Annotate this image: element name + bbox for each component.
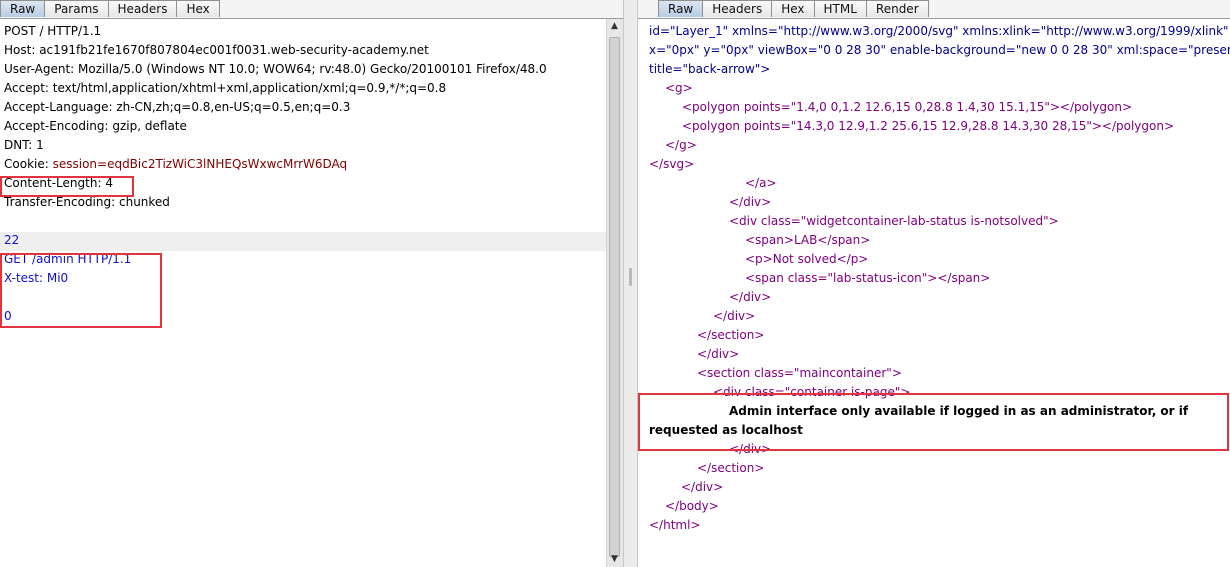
scroll-down-icon[interactable]: ▼ — [607, 552, 622, 567]
header-dnt: DNT: 1 — [4, 138, 44, 152]
response-viewer[interactable]: id="Layer_1" xmlns="http://www.w3.org/20… — [638, 19, 1230, 567]
request-tab-hex[interactable]: Hex — [176, 0, 220, 17]
html-line: <span class="lab-status-icon"></span> — [745, 271, 991, 285]
html-line: <g> — [665, 81, 693, 95]
header-user-agent: User-Agent: Mozilla/5.0 (Windows NT 10.0… — [4, 62, 547, 76]
svg-attr-line: id="Layer_1" xmlns="http://www.w3.org/20… — [649, 24, 1229, 38]
html-line: <section class="maincontainer"> — [697, 366, 902, 380]
header-accept-language: Accept-Language: zh-CN,zh;q=0.8,en-US;q=… — [4, 100, 351, 114]
svg-attr-line: x="0px" y="0px" viewBox="0 0 28 30" enab… — [649, 43, 1230, 57]
html-line: </div> — [681, 480, 724, 494]
request-tab-headers[interactable]: Headers — [107, 0, 178, 17]
html-line: </div> — [729, 290, 772, 304]
response-pane: Raw Headers Hex HTML Render id="Layer_1"… — [638, 0, 1230, 567]
request-tabbar: Raw Params Headers Hex — [0, 0, 623, 19]
request-editor[interactable]: POST / HTTP/1.1 Host: ac191fb21fe1670f80… — [0, 19, 623, 567]
admin-message-highlight-box — [638, 393, 1229, 451]
smuggled-request-highlight-box — [0, 253, 162, 328]
html-line: <div class="widgetcontainer-lab-status i… — [729, 214, 1059, 228]
chunk-size: 22 — [4, 233, 20, 247]
html-line: </div> — [697, 347, 740, 361]
request-line: POST / HTTP/1.1 — [4, 24, 102, 38]
html-line: </div> — [729, 195, 772, 209]
html-line: </section> — [697, 328, 765, 342]
request-scroll-thumb[interactable] — [609, 37, 620, 557]
html-line: <p>Not solved</p> — [745, 252, 869, 266]
html-line: </html> — [649, 518, 701, 532]
response-tab-headers[interactable]: Headers — [702, 0, 773, 17]
html-line: </g> — [665, 138, 697, 152]
response-tabbar: Raw Headers Hex HTML Render — [638, 0, 1230, 19]
request-pane: Raw Params Headers Hex POST / HTTP/1.1 H… — [0, 0, 623, 567]
svg-attr-line: title="back-arrow"> — [649, 62, 771, 76]
header-accept-encoding: Accept-Encoding: gzip, deflate — [4, 119, 187, 133]
request-scrollbar[interactable]: ▲ ▼ — [606, 19, 623, 567]
pane-splitter[interactable] — [623, 0, 638, 567]
header-cookie: Cookie: session=eqdBic2TizWiC3lNHEQsWxwc… — [4, 157, 348, 171]
current-line-highlight — [0, 232, 606, 251]
response-tab-render[interactable]: Render — [865, 0, 929, 17]
splitter-grip-icon[interactable] — [629, 268, 632, 286]
html-line: </div> — [713, 309, 756, 323]
scroll-up-icon[interactable]: ▲ — [607, 19, 622, 34]
html-line: <polygon points="14.3,0 12.9,1.2 25.6,15… — [682, 119, 1175, 133]
content-length-highlight-box — [0, 176, 134, 197]
response-tab-html[interactable]: HTML — [813, 0, 867, 17]
response-tab-hex[interactable]: Hex — [771, 0, 815, 17]
request-tab-raw[interactable]: Raw — [0, 0, 46, 17]
header-host: Host: ac191fb21fe1670f807804ec001f0031.w… — [4, 43, 429, 57]
html-line: </section> — [697, 461, 765, 475]
request-tab-params[interactable]: Params — [44, 0, 109, 17]
html-line: </body> — [665, 499, 719, 513]
header-accept: Accept: text/html,application/xhtml+xml,… — [4, 81, 447, 95]
html-line: <polygon points="1.4,0 0,1.2 12.6,15 0,2… — [682, 100, 1133, 114]
html-line: </svg> — [649, 157, 695, 171]
html-line: </a> — [745, 176, 777, 190]
response-tab-raw[interactable]: Raw — [658, 0, 704, 17]
html-line: <span>LAB</span> — [745, 233, 871, 247]
